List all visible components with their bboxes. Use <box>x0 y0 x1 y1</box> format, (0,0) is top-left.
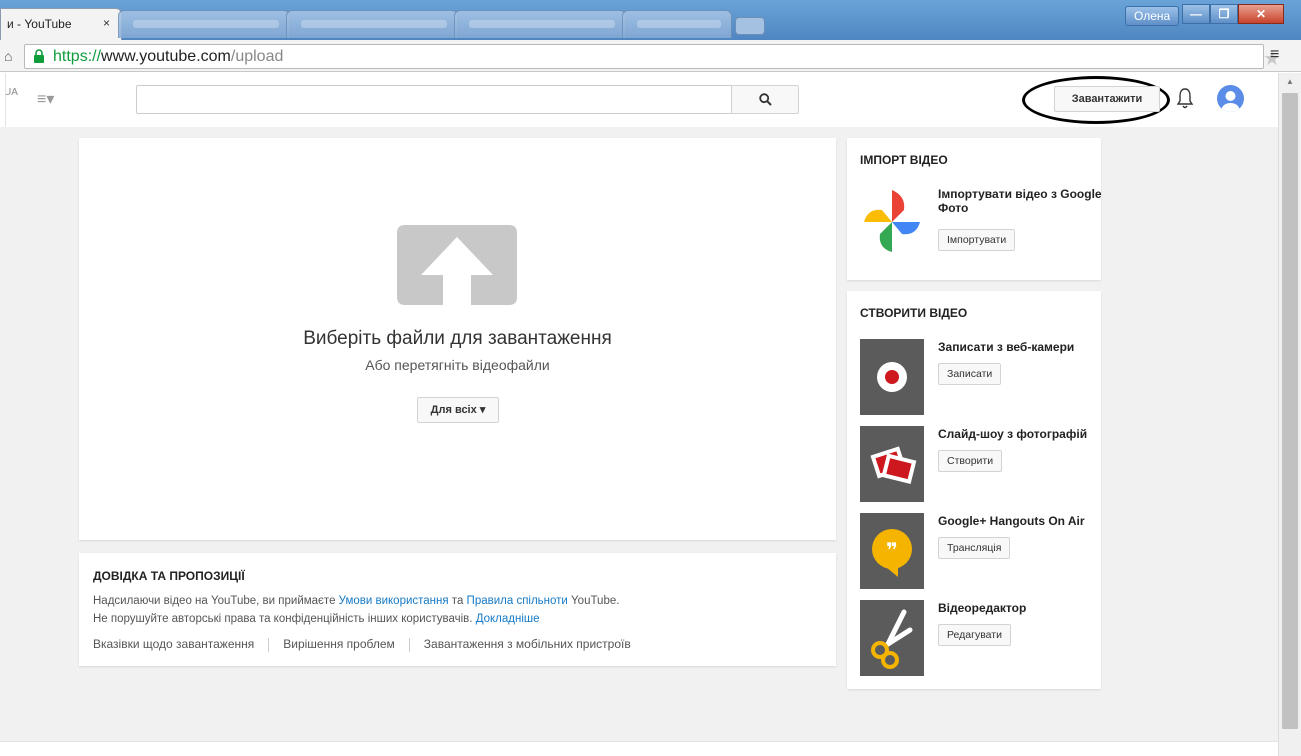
tab-title: и - YouTube <box>7 17 72 31</box>
community-guidelines-link[interactable]: Правила спільноти <box>467 595 568 607</box>
upload-instructions-link[interactable]: Вказівки щодо завантаження <box>93 637 254 651</box>
tab-youtube-upload[interactable]: и - YouTube × <box>0 8 122 40</box>
webcam-label: Записати з веб-камери <box>938 340 1075 354</box>
tab-background[interactable] <box>286 10 458 38</box>
close-window-button[interactable]: ✕ <box>1238 4 1284 24</box>
create-slideshow-button[interactable]: Створити <box>938 450 1003 472</box>
create-video-card: СТВОРИТИ ВІДЕО Записати з веб-камери Зап… <box>847 291 1101 689</box>
google-photos-pinwheel-icon <box>864 190 920 252</box>
tab-background[interactable] <box>454 10 626 38</box>
webcam-record-icon <box>877 362 907 392</box>
upload-drop-zone[interactable]: Виберіть файли для завантаження Або пере… <box>79 138 836 540</box>
create-item-editor: Відеоредактор Редагувати <box>860 600 1100 676</box>
hangouts-label: Google+ Hangouts On Air <box>938 514 1085 528</box>
troubleshooting-link[interactable]: Вирішення проблем <box>283 637 395 651</box>
create-title: СТВОРИТИ ВІДЕО <box>860 306 968 320</box>
guide-menu-icon[interactable]: ≡▾ <box>37 89 54 109</box>
browser-titlebar: и - YouTube × Олена — ❐ ✕ <box>0 0 1301 40</box>
help-links: Вказівки щодо завантаження Вирішення проб… <box>93 637 631 652</box>
import-button[interactable]: Імпортувати <box>938 229 1016 251</box>
help-title: ДОВІДКА ТА ПРОПОЗИЦІЇ <box>93 569 245 583</box>
terms-link[interactable]: Умови використання <box>339 595 449 607</box>
import-video-card: ІМПОРТ ВІДЕО Імпортувати відео з Google … <box>847 138 1102 280</box>
new-tab-button[interactable] <box>735 17 765 35</box>
search-icon <box>759 93 772 106</box>
mobile-upload-link[interactable]: Завантаження з мобільних пристроїв <box>424 637 631 651</box>
import-label: Імпортувати відео з Google Фото <box>938 187 1102 215</box>
scrollbar[interactable]: ▲ <box>1278 73 1301 756</box>
upload-button[interactable]: Завантажити <box>1054 86 1160 112</box>
learn-more-link[interactable]: Докладніше <box>476 613 540 625</box>
upload-title[interactable]: Виберіть файли для завантаження <box>79 328 836 350</box>
slideshow-thumb[interactable] <box>860 426 924 502</box>
notifications-bell-icon[interactable] <box>1176 86 1194 110</box>
locale-label: UA <box>4 87 18 98</box>
scrollbar-thumb[interactable] <box>1282 93 1298 729</box>
chevron-down-icon: ▾ <box>479 404 486 416</box>
youtube-masthead: UA ≡▾ Завантажити <box>0 73 1278 127</box>
broadcast-button[interactable]: Трансляція <box>938 537 1011 559</box>
browser-menu-icon[interactable]: ≡ <box>1270 46 1279 64</box>
help-card: ДОВІДКА ТА ПРОПОЗИЦІЇ Надсилаючи відео н… <box>79 553 836 666</box>
tab-close-icon[interactable]: × <box>103 16 110 30</box>
upload-arrow-icon[interactable] <box>397 225 517 305</box>
scissors-icon <box>871 609 913 669</box>
page-footer-strip <box>0 741 1278 756</box>
hangouts-icon: ❞ <box>872 529 912 577</box>
user-avatar-icon <box>1221 91 1240 112</box>
lock-icon <box>34 49 44 63</box>
minimize-button[interactable]: — <box>1182 4 1210 24</box>
create-item-slideshow: Слайд-шоу з фотографій Створити <box>860 426 1100 502</box>
home-icon[interactable]: ⌂ <box>4 48 12 64</box>
maximize-button[interactable]: ❐ <box>1210 4 1238 24</box>
browser-user-badge[interactable]: Олена <box>1125 6 1180 26</box>
privacy-label: Для всіх <box>430 404 477 416</box>
privacy-dropdown[interactable]: Для всіх ▾ <box>417 397 499 423</box>
create-item-webcam: Записати з веб-камери Записати <box>860 339 1100 415</box>
search-input[interactable] <box>136 85 732 114</box>
slideshow-icon <box>870 446 917 484</box>
help-copyright-line: Не порушуйте авторські права та конфіден… <box>93 613 540 625</box>
browser-toolbar: ⌂ https://www.youtube.com/upload ★ ≡ <box>0 40 1301 72</box>
upload-subtitle: Або перетягніть відеофайли <box>365 357 550 373</box>
import-google-photos-item: Імпортувати відео з Google Фото Імпортув… <box>860 186 1102 262</box>
editor-thumb[interactable] <box>860 600 924 676</box>
tab-background[interactable] <box>622 10 732 38</box>
search-button[interactable] <box>731 85 799 114</box>
edit-button[interactable]: Редагувати <box>938 624 1011 646</box>
url-text: https://www.youtube.com/upload <box>53 48 284 65</box>
import-title: ІМПОРТ ВІДЕО <box>860 153 948 167</box>
scroll-up-icon[interactable]: ▲ <box>1286 77 1294 86</box>
slideshow-label: Слайд-шоу з фотографій <box>938 427 1088 441</box>
address-bar[interactable]: https://www.youtube.com/upload ★ <box>24 44 1281 70</box>
hangouts-thumb[interactable]: ❞ <box>860 513 924 589</box>
record-button[interactable]: Записати <box>938 363 1002 385</box>
webcam-thumb[interactable] <box>860 339 924 415</box>
avatar[interactable] <box>1217 85 1244 112</box>
editor-label: Відеоредактор <box>938 601 1027 615</box>
svg-text:❞: ❞ <box>886 538 898 562</box>
tab-background[interactable] <box>118 10 290 38</box>
help-terms-line: Надсилаючи відео на YouTube, ви приймаєт… <box>93 595 620 607</box>
create-item-hangouts: ❞ Google+ Hangouts On Air Трансляція <box>860 513 1100 589</box>
